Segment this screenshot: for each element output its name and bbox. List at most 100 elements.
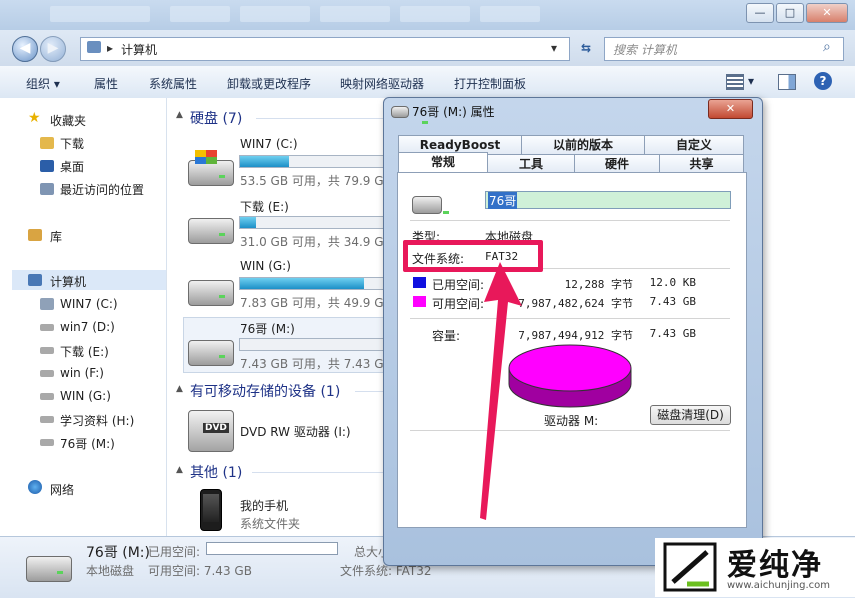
properties-button[interactable]: 属性 (94, 75, 118, 92)
collapse-arrow-icon[interactable]: ▲ (176, 465, 183, 475)
search-input[interactable]: 搜索 计算机 ⌕ (604, 37, 844, 61)
help-icon[interactable]: ? (814, 72, 832, 90)
drive-icon (40, 439, 54, 446)
minimize-button[interactable]: — (746, 3, 774, 23)
brand-url: www.aichunjing.com (727, 580, 830, 591)
maximize-button[interactable]: □ (776, 3, 804, 23)
star-icon: ★ (28, 110, 41, 126)
close-button[interactable]: ✕ (806, 3, 848, 23)
drive-icon (188, 340, 234, 366)
tab-previous-versions[interactable]: 以前的版本 (521, 135, 645, 154)
uninstall-button[interactable]: 卸载或更改程序 (227, 75, 311, 92)
watermark-logo: 爱纯净 www.aichunjing.com (655, 538, 855, 597)
drive-e-name[interactable]: 下载 (E:) (240, 198, 289, 215)
nav-drive-c[interactable]: WIN7 (C:) (60, 297, 118, 311)
drive-icon (412, 196, 449, 214)
drive-icon (40, 370, 54, 377)
group-divider (256, 118, 386, 119)
drive-usage-fill (240, 156, 289, 167)
tab-general[interactable]: 常规 (398, 152, 488, 173)
group-divider (355, 391, 385, 392)
desktop-icon (40, 160, 54, 172)
drive-c-info: 53.5 GB 可用，共 79.9 GB (240, 174, 392, 188)
drive-g-info: 7.83 GB 可用，共 49.9 GB (240, 296, 392, 310)
brand-name: 爱纯净 (727, 548, 823, 583)
drive-c-usage-bar (239, 155, 389, 168)
dialog-close-button[interactable]: ✕ (708, 99, 753, 119)
disk-cleanup-button[interactable]: 磁盘清理(D) (650, 405, 731, 425)
tab-sharing[interactable]: 共享 (659, 154, 744, 173)
phone-name[interactable]: 我的手机 (240, 497, 288, 514)
capacity-label: 容量: (432, 329, 461, 343)
nav-computer[interactable]: 计算机 (50, 273, 86, 290)
group-divider (252, 472, 386, 473)
collapse-arrow-icon[interactable]: ▲ (176, 384, 183, 394)
other-group-header[interactable]: 其他 (1) (190, 462, 242, 482)
nav-drive-f[interactable]: win (F:) (60, 366, 104, 380)
blurred-tab (320, 6, 390, 22)
nav-favorites[interactable]: 收藏夹 (50, 112, 86, 129)
dvd-drive-icon: DVD (188, 410, 234, 452)
separator (410, 430, 730, 431)
nav-libraries[interactable]: 库 (50, 228, 62, 245)
view-dropdown-icon[interactable]: ▾ (748, 74, 754, 88)
collapse-arrow-icon[interactable]: ▲ (176, 110, 183, 120)
nav-drive-e[interactable]: 下载 (E:) (60, 343, 109, 360)
forward-button[interactable]: ▶ (40, 36, 66, 62)
nav-recent[interactable]: 最近访问的位置 (60, 181, 144, 198)
address-path: 计算机 (121, 43, 158, 57)
drive-m-usage-bar (239, 338, 389, 351)
tab-tools[interactable]: 工具 (487, 154, 575, 173)
drive-e-info: 31.0 GB 可用，共 34.9 GB (240, 235, 392, 249)
drive-icon (188, 218, 234, 244)
free-color-swatch (413, 296, 426, 307)
nav-drive-m[interactable]: 76哥 (M:) (60, 435, 115, 452)
dvd-icon-label: DVD (203, 423, 229, 433)
drive-m-name[interactable]: 76哥 (M:) (240, 320, 295, 337)
nav-drive-d[interactable]: win7 (D:) (60, 320, 115, 334)
map-drive-button[interactable]: 映射网络驱动器 (340, 75, 424, 92)
windows-logo-icon (195, 150, 217, 164)
nav-network[interactable]: 网络 (50, 481, 74, 498)
dvd-drive-name[interactable]: DVD RW 驱动器 (I:) (240, 423, 351, 440)
blurred-tab (240, 6, 310, 22)
tab-hardware[interactable]: 硬件 (574, 154, 660, 173)
drive-usage-fill (240, 217, 257, 228)
computer-icon (87, 41, 101, 53)
drive-g-usage-bar (239, 277, 389, 290)
blurred-tab (170, 6, 230, 22)
status-total-label: 总大小 (354, 545, 384, 559)
annotation-arrow (480, 262, 522, 520)
organize-button[interactable]: 组织 ▾ (26, 75, 60, 92)
blurred-tab (480, 6, 540, 22)
drive-g-name[interactable]: WIN (G:) (240, 259, 291, 273)
address-bar[interactable]: ▸ 计算机 ▾ (80, 37, 570, 61)
capacity-size: 7.43 GB (649, 327, 696, 340)
drive-letter-label: 驱动器 M: (544, 414, 599, 428)
status-free: 可用空间: 7.43 GB (148, 564, 252, 578)
search-icon[interactable]: ⌕ (823, 39, 831, 55)
preview-pane-icon[interactable] (778, 74, 796, 90)
nav-desktop[interactable]: 桌面 (60, 158, 84, 175)
history-dropdown-icon[interactable]: ▾ (551, 41, 557, 55)
phone-icon (200, 489, 222, 531)
view-options-icon[interactable] (726, 74, 744, 90)
volume-label-input[interactable]: 76哥 (485, 191, 731, 209)
refresh-icon[interactable]: ⇆ (574, 38, 598, 58)
nav-drive-g[interactable]: WIN (G:) (60, 389, 111, 403)
separator (410, 220, 730, 221)
back-button[interactable]: ◀ (12, 36, 38, 62)
tab-customize[interactable]: 自定义 (644, 135, 744, 154)
nav-drive-h[interactable]: 学习资料 (H:) (60, 412, 134, 429)
blurred-tab (50, 6, 150, 22)
status-used-label: 已用空间: (148, 545, 201, 559)
hdd-group-header[interactable]: 硬盘 (7) (190, 108, 242, 128)
system-properties-button[interactable]: 系统属性 (149, 75, 197, 92)
drive-c-name[interactable]: WIN7 (C:) (240, 137, 298, 151)
drive-e-usage-bar (239, 216, 389, 229)
control-panel-button[interactable]: 打开控制面板 (454, 75, 526, 92)
removable-group-header[interactable]: 有可移动存储的设备 (1) (190, 381, 340, 401)
status-drive-type: 本地磁盘 (86, 564, 135, 578)
dialog-title: 76哥 (M:) 属性 (412, 105, 495, 119)
nav-downloads[interactable]: 下载 (60, 135, 84, 152)
